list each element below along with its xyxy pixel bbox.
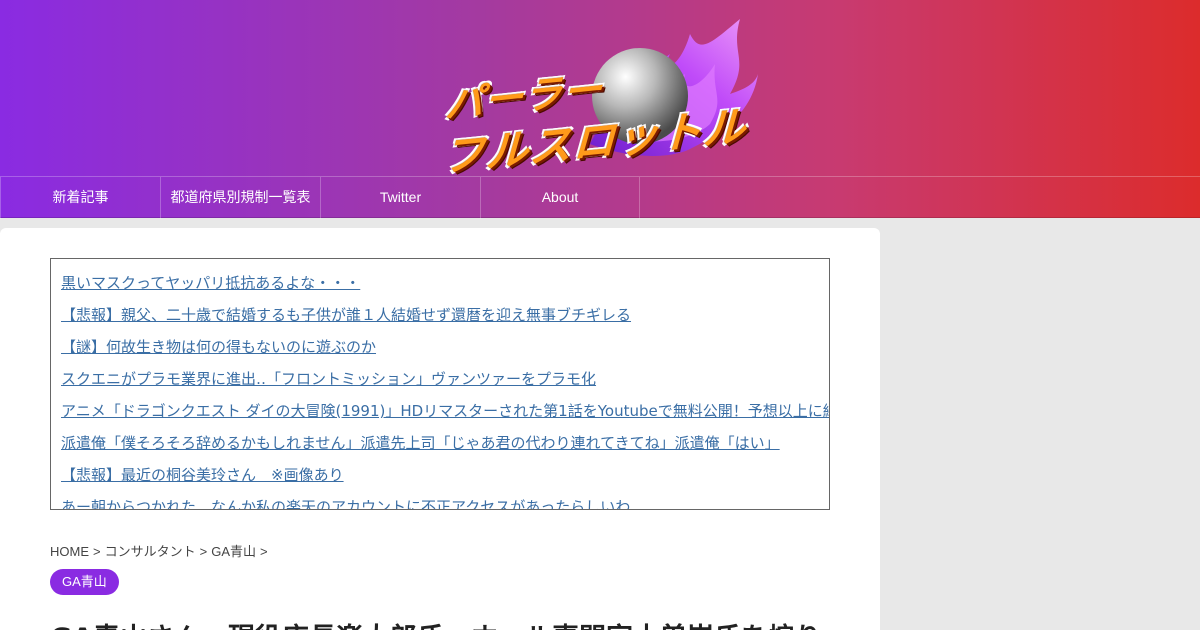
list-item: 派遣俺「僕そろそろ辞めるかもしれません」派遣先上司「じゃあ君の代わり連れてきてね… <box>61 431 819 463</box>
list-item: 【悲報】最近の桐谷美玲さん ※画像あり <box>61 463 819 495</box>
breadcrumb-ga-aoyama[interactable]: GA青山 <box>211 544 256 559</box>
nav-item-new-articles[interactable]: 新着記事 <box>0 177 160 219</box>
global-nav: 新着記事 都道府県別規制一覧表 Twitter About <box>0 176 1200 219</box>
list-item: スクエニがプラモ業界に進出‥「フロントミッション」ヴァンツァーをプラモ化 <box>61 367 819 399</box>
nav-item-about[interactable]: About <box>480 177 640 219</box>
site-header: パーラー フルスロットル 新着記事 都道府県別規制一覧表 Twitter Abo… <box>0 0 1200 219</box>
list-item: 【謎】何故生き物は何の得もないのに遊ぶのか <box>61 335 819 367</box>
breadcrumb-separator: > <box>93 544 101 559</box>
list-item: 黒いマスクってヤッパリ抵抗あるよな・・・ <box>61 271 819 303</box>
nav-item-twitter[interactable]: Twitter <box>320 177 480 219</box>
related-links-list: 黒いマスクってヤッパリ抵抗あるよな・・・ 【悲報】親父、二十歳で結婚するも子供が… <box>51 259 829 509</box>
related-link[interactable]: 【謎】何故生き物は何の得もないのに遊ぶのか <box>61 338 376 356</box>
breadcrumb: HOME > コンサルタント > GA青山 > <box>50 541 272 560</box>
main-content: 黒いマスクってヤッパリ抵抗あるよな・・・ 【悲報】親父、二十歳で結婚するも子供が… <box>0 228 880 630</box>
related-link[interactable]: アニメ「ドラゴンクエスト ダイの大冒険(1991)」HDリマスターされた第1話を… <box>61 402 829 420</box>
related-link[interactable]: 派遣俺「僕そろそろ辞めるかもしれません」派遣先上司「じゃあ君の代わり連れてきてね… <box>61 434 780 452</box>
related-link[interactable]: 【悲報】最近の桐谷美玲さん ※画像あり <box>61 466 344 484</box>
nav-item-regulation-table[interactable]: 都道府県別規制一覧表 <box>160 177 320 219</box>
related-link[interactable]: 黒いマスクってヤッパリ抵抗あるよな・・・ <box>61 274 360 292</box>
category-tag[interactable]: GA青山 <box>50 569 119 595</box>
related-link[interactable]: あー朝からつかれた、なんか私の楽天のアカウントに不正アクセスがあったらしいわ <box>61 498 630 509</box>
list-item: アニメ「ドラゴンクエスト ダイの大冒険(1991)」HDリマスターされた第1話を… <box>61 399 829 431</box>
related-link[interactable]: スクエニがプラモ業界に進出‥「フロントミッション」ヴァンツァーをプラモ化 <box>61 370 596 388</box>
breadcrumb-home[interactable]: HOME <box>50 544 89 559</box>
article-title: GA青山さん、現役店長楽太郎氏、ホール専門家木曽崇氏を煽り <box>50 616 822 630</box>
list-item: 【悲報】親父、二十歳で結婚するも子供が誰１人結婚せず還暦を迎え無事ブチギレる <box>61 303 819 335</box>
breadcrumb-consultant[interactable]: コンサルタント <box>105 544 196 559</box>
related-link[interactable]: 【悲報】親父、二十歳で結婚するも子供が誰１人結婚せず還暦を迎え無事ブチギレる <box>61 306 631 324</box>
site-logo[interactable]: パーラー フルスロットル <box>440 14 760 182</box>
list-item: あー朝からつかれた、なんか私の楽天のアカウントに不正アクセスがあったらしいわ <box>61 495 819 509</box>
breadcrumb-separator: > <box>260 544 268 559</box>
related-links-box[interactable]: 黒いマスクってヤッパリ抵抗あるよな・・・ 【悲報】親父、二十歳で結婚するも子供が… <box>50 258 830 510</box>
breadcrumb-separator: > <box>199 544 208 559</box>
